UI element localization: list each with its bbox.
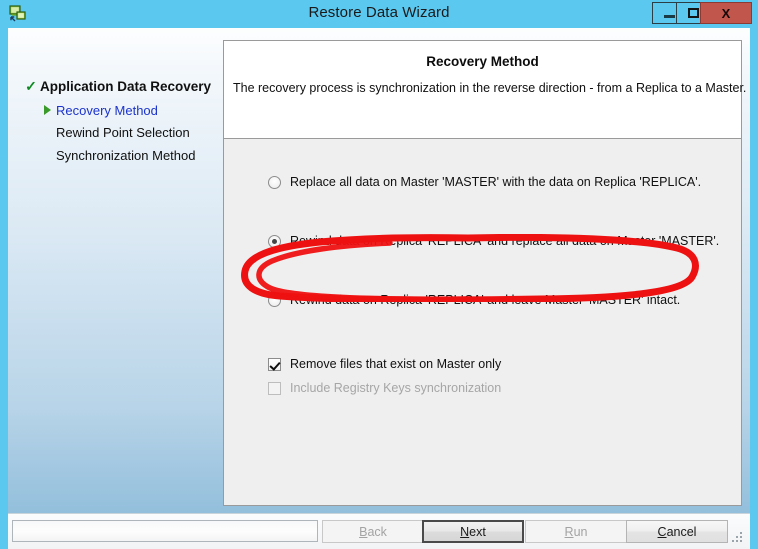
sidebar-item-recovery-method[interactable]: Recovery Method xyxy=(38,100,158,120)
resize-grip-icon[interactable] xyxy=(731,531,745,545)
checkbox-label: Remove files that exist on Master only xyxy=(290,357,502,371)
title-bar[interactable]: Restore Data Wizard X xyxy=(0,0,758,28)
radio-icon[interactable] xyxy=(268,176,281,189)
back-button-label: Back xyxy=(359,524,387,539)
radio-option-label: Rewind data on Replica 'REPLICA' and rep… xyxy=(290,234,720,248)
cancel-button[interactable]: Cancel xyxy=(626,520,728,543)
sidebar-item-label: Application Data Recovery xyxy=(40,78,212,94)
minimize-icon xyxy=(663,14,675,18)
radio-option-label: Rewind data on Replica 'REPLICA' and lea… xyxy=(290,293,681,307)
sidebar-item-label: Recovery Method xyxy=(56,102,158,118)
sidebar-item-synchronization-method[interactable]: Synchronization Method xyxy=(38,145,195,165)
close-button[interactable]: X xyxy=(700,2,752,24)
checkbox-include-registry-keys: Include Registry Keys synchronization xyxy=(268,381,501,395)
checkbox-icon-disabled xyxy=(268,382,281,395)
sidebar-item-label: Synchronization Method xyxy=(56,147,196,163)
window-title: Restore Data Wizard xyxy=(308,4,450,21)
pane-header: Recovery Method The recovery process is … xyxy=(224,41,746,139)
sidebar-item-label: Rewind Point Selection xyxy=(56,124,190,140)
client-area: ✓ Application Data Recovery Recovery Met… xyxy=(8,28,750,513)
radio-option-label: Replace all data on Master 'MASTER' with… xyxy=(290,175,702,189)
page-description: The recovery process is synchronization … xyxy=(233,81,747,95)
radio-icon[interactable] xyxy=(268,294,281,307)
next-button-label: Next xyxy=(460,524,486,539)
wizard-step-nav: ✓ Application Data Recovery Recovery Met… xyxy=(8,28,215,513)
radio-icon-selected[interactable] xyxy=(268,235,281,248)
run-button-label: Run xyxy=(564,524,588,539)
status-input[interactable] xyxy=(12,520,318,542)
page-title: Recovery Method xyxy=(426,54,539,69)
cancel-button-label: Cancel xyxy=(657,524,697,539)
sidebar-item-application-data-recovery[interactable]: ✓ Application Data Recovery xyxy=(22,76,211,96)
radio-option-rewind-replica-leave-master[interactable]: Rewind data on Replica 'REPLICA' and lea… xyxy=(268,293,680,307)
sidebar-item-rewind-point-selection[interactable]: Rewind Point Selection xyxy=(38,122,190,142)
checkbox-label: Include Registry Keys synchronization xyxy=(290,381,502,395)
checkbox-icon-checked[interactable] xyxy=(268,358,281,371)
radio-option-rewind-replica-replace-master[interactable]: Rewind data on Replica 'REPLICA' and rep… xyxy=(268,234,719,248)
back-button[interactable]: Back xyxy=(322,520,424,543)
next-button[interactable]: Next xyxy=(422,520,524,543)
content-pane: Recovery Method The recovery process is … xyxy=(223,40,746,506)
close-icon: X xyxy=(721,5,731,21)
maximize-icon xyxy=(687,8,699,18)
footer-bar: Back Next Run Cancel xyxy=(8,513,750,549)
restore-data-wizard-window: Restore Data Wizard X ✓ Application Data… xyxy=(0,0,758,549)
green-check-icon: ✓ xyxy=(25,78,37,94)
checkbox-remove-files-master-only[interactable]: Remove files that exist on Master only xyxy=(268,357,501,371)
green-arrow-icon xyxy=(38,105,56,115)
radio-option-replace-master[interactable]: Replace all data on Master 'MASTER' with… xyxy=(268,175,701,189)
run-button[interactable]: Run xyxy=(525,520,627,543)
